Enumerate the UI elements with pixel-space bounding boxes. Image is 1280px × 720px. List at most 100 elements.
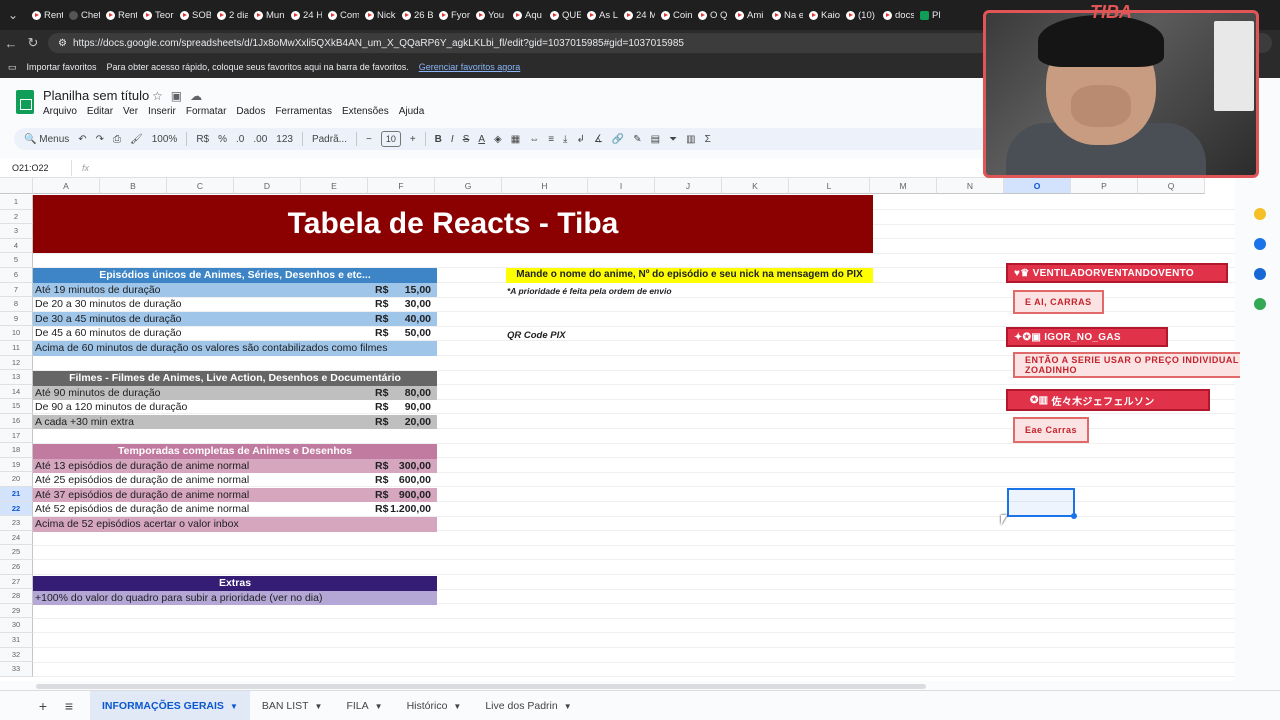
row-header[interactable]: 29 — [0, 603, 33, 619]
contacts-icon[interactable] — [1254, 268, 1266, 280]
tasks-icon[interactable] — [1254, 238, 1266, 250]
browser-tab[interactable]: SOBI — [174, 0, 211, 30]
browser-tab[interactable]: docs — [877, 0, 914, 30]
row-header[interactable]: 6 — [0, 268, 33, 283]
name-box[interactable]: O21:O22 — [0, 159, 72, 176]
row-header[interactable]: 32 — [0, 647, 33, 663]
search-menus-button[interactable]: 🔍 Menus — [24, 134, 69, 145]
row-header[interactable]: 1 — [0, 195, 33, 210]
move-icon[interactable]: ▣ — [171, 89, 190, 103]
browser-tab[interactable]: Chef — [63, 0, 100, 30]
column-header[interactable]: M — [870, 178, 937, 194]
browser-tab[interactable]: Ami — [729, 0, 766, 30]
browser-tab[interactable]: You — [470, 0, 507, 30]
row-header[interactable]: 3 — [0, 224, 33, 239]
paint-format-icon[interactable]: 🖌 — [130, 134, 143, 145]
align-icon[interactable]: ≡ — [548, 134, 554, 145]
import-bookmarks-button[interactable]: Importar favoritos — [27, 62, 97, 72]
currency-format-button[interactable]: R$ — [196, 134, 209, 145]
browser-tab[interactable]: 26 B — [396, 0, 433, 30]
browser-tab[interactable]: Coin — [655, 0, 692, 30]
row-header[interactable]: 20 — [0, 472, 33, 487]
row-header[interactable]: 21 — [0, 487, 33, 502]
row-header[interactable]: 8 — [0, 297, 33, 312]
back-icon[interactable]: ← — [0, 36, 22, 51]
row-header[interactable]: 15 — [0, 399, 33, 414]
browser-tab[interactable]: Mun — [248, 0, 285, 30]
fill-color-icon[interactable]: ◈ — [494, 134, 502, 145]
browser-tab[interactable]: Aqu — [507, 0, 544, 30]
all-sheets-icon[interactable]: ≡ — [56, 698, 82, 714]
column-header[interactable]: J — [655, 178, 722, 194]
row-header[interactable]: 27 — [0, 574, 33, 590]
sheets-logo-icon[interactable] — [16, 90, 34, 114]
column-header[interactable]: H — [502, 178, 588, 194]
decrease-decimal-button[interactable]: .0 — [236, 134, 244, 145]
column-header[interactable]: O — [1004, 178, 1071, 194]
fill-handle[interactable] — [1071, 513, 1077, 519]
sheet-tab[interactable]: FILA ▼ — [334, 691, 394, 720]
select-all-corner[interactable] — [0, 178, 33, 194]
row-header[interactable]: 30 — [0, 618, 33, 633]
row-header[interactable]: 23 — [0, 516, 33, 531]
row-header[interactable]: 24 — [0, 530, 33, 546]
browser-tab[interactable]: 24 M — [618, 0, 655, 30]
print-icon[interactable]: ⎙ — [113, 134, 121, 145]
browser-tab[interactable]: Com — [322, 0, 359, 30]
functions-icon[interactable]: Σ — [705, 134, 711, 145]
increase-decimal-button[interactable]: .00 — [253, 134, 267, 145]
text-color-icon[interactable]: A — [478, 134, 485, 145]
wrap-icon[interactable]: ↲ — [576, 134, 584, 145]
star-icon[interactable]: ☆ — [152, 89, 171, 103]
reading-list-icon[interactable]: ▭ — [8, 62, 17, 73]
menu-item[interactable]: Arquivo — [43, 106, 77, 117]
column-header[interactable]: E — [301, 178, 368, 194]
merge-cells-icon[interactable]: ⇔ — [529, 134, 539, 145]
column-header[interactable]: G — [435, 178, 502, 194]
row-header[interactable]: 10 — [0, 326, 33, 341]
bold-icon[interactable]: B — [435, 134, 442, 145]
sheet-tab[interactable]: Live dos Padrin ▼ — [473, 691, 583, 720]
row-header[interactable]: 25 — [0, 545, 33, 560]
tab-list-chevron-icon[interactable]: ⌄ — [0, 0, 26, 30]
browser-tab[interactable]: Kaio — [803, 0, 840, 30]
column-header[interactable]: C — [167, 178, 234, 194]
browser-tab[interactable]: (10) — [840, 0, 877, 30]
strikethrough-icon[interactable]: S — [463, 134, 470, 145]
row-header[interactable]: 22 — [0, 501, 33, 517]
browser-tab[interactable]: Rent — [26, 0, 63, 30]
menu-item[interactable]: Formatar — [186, 106, 227, 117]
row-header[interactable]: 9 — [0, 311, 33, 327]
font-size-decrease-icon[interactable]: − — [366, 134, 372, 145]
column-header[interactable]: A — [33, 178, 100, 194]
keep-icon[interactable] — [1254, 208, 1266, 220]
column-header[interactable]: D — [234, 178, 301, 194]
rotate-icon[interactable]: ∡ — [594, 134, 603, 145]
column-header[interactable]: L — [789, 178, 870, 194]
row-header[interactable]: 26 — [0, 560, 33, 575]
row-header[interactable]: 33 — [0, 662, 33, 677]
reload-icon[interactable]: ↻ — [22, 35, 44, 51]
browser-tab[interactable]: As L — [581, 0, 618, 30]
chart-icon[interactable]: ▤ — [651, 134, 660, 145]
filter-views-icon[interactable]: ▥ — [686, 134, 695, 145]
row-header[interactable]: 17 — [0, 428, 33, 444]
number-format-button[interactable]: 123 — [276, 134, 293, 145]
column-header[interactable]: I — [588, 178, 655, 194]
menu-item[interactable]: Extensões — [342, 106, 389, 117]
percent-format-button[interactable]: % — [218, 134, 227, 145]
chevron-down-icon[interactable]: ▼ — [564, 702, 572, 711]
chevron-down-icon[interactable]: ▼ — [375, 702, 383, 711]
chevron-down-icon[interactable]: ▼ — [230, 702, 238, 711]
browser-tab[interactable]: Teor — [137, 0, 174, 30]
chevron-down-icon[interactable]: ▼ — [315, 702, 323, 711]
browser-tab[interactable]: 2 dia — [211, 0, 248, 30]
chevron-down-icon[interactable]: ▼ — [453, 702, 461, 711]
browser-tab[interactable]: Fyor — [433, 0, 470, 30]
sheet-tab[interactable]: INFORMAÇÕES GERAIS ▼ — [90, 690, 250, 720]
row-header[interactable]: 31 — [0, 633, 33, 648]
menu-item[interactable]: Ferramentas — [275, 106, 332, 117]
row-header[interactable]: 7 — [0, 282, 33, 298]
browser-tab[interactable]: Nick — [359, 0, 396, 30]
selected-range[interactable] — [1007, 488, 1077, 519]
